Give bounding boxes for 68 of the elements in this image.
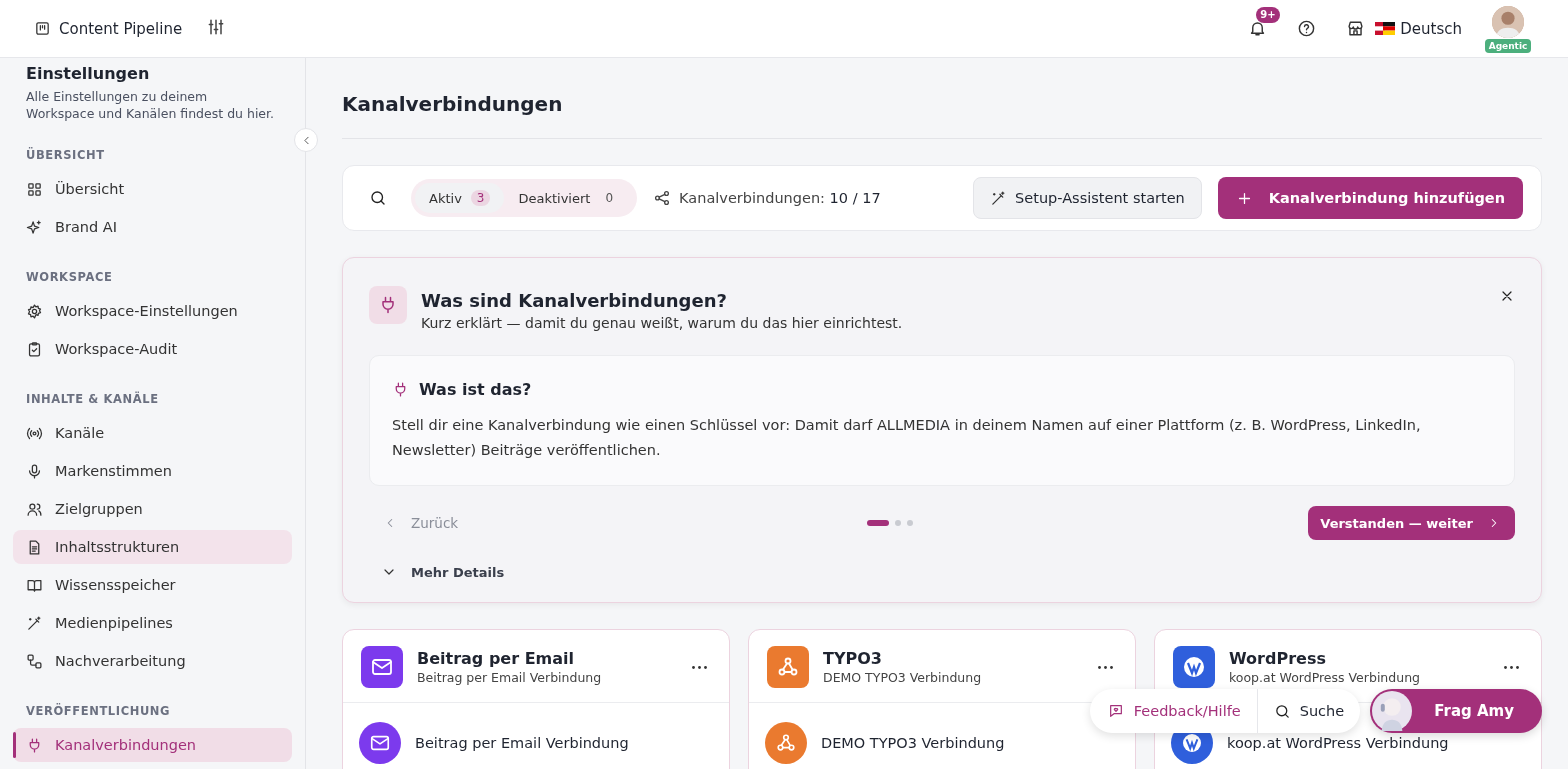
sidebar-item[interactable]: Nachverarbeitung [13,644,292,678]
sidebar-item[interactable]: Kanalverbindungen [13,728,292,762]
microphone-icon [26,462,43,480]
connection-name[interactable]: koop.at WordPress Verbindung [1227,735,1449,751]
more-icon [1098,665,1113,669]
sidebar-title: Einstellungen [26,64,151,83]
search-button[interactable]: Suche [1257,689,1361,733]
explanation-title: Was ist das? [419,380,532,399]
card-title: WordPress [1229,649,1327,668]
sidebar-item[interactable]: Medienpipelines [13,606,292,640]
add-connection-button[interactable]: Kanalverbindung hinzufügen [1217,177,1523,219]
status-tab[interactable]: Deaktiviert 0 [504,183,634,213]
sidebar-description: Alle Einstellungen zu deinem Workspace und Kanälen findest du hier. [26,88,276,122]
more-details-toggle[interactable]: Mehr Details [369,564,517,580]
card-title: Beitrag per Email [417,649,576,668]
sidebar-item[interactable]: Workspace-Audit [13,332,292,366]
grid-icon [26,180,43,198]
card-subtitle: DEMO TYPO3 Verbindung [823,670,982,685]
section-heading: INHALTE & KANÄLE [26,392,160,406]
flow-icon [26,652,43,670]
board-icon [34,20,51,37]
info-title: Was sind Kanalverbindungen? [421,290,728,311]
more-icon [1504,665,1519,669]
card-subtitle: koop.at WordPress Verbindung [1229,670,1420,685]
card-subtitle: Beitrag per Email Verbindung [417,670,602,685]
share-icon [653,189,672,207]
section-heading: WORKSPACE [26,270,114,284]
magic-wand-icon [26,614,43,632]
help-icon [1297,19,1317,38]
section-heading: VERÖFFENTLICHUNG [26,704,172,718]
feedback-icon [1107,703,1124,719]
assistant-button[interactable]: Frag Amy [1370,689,1542,733]
sidebar-item[interactable]: Übersicht [13,172,292,206]
next-button[interactable]: Verstanden — weiter [1308,506,1515,540]
page-title: Kanalverbindungen [342,92,1542,139]
flag-icon [1375,22,1396,35]
step-indicator[interactable] [867,520,890,526]
more-icon [692,665,707,669]
user-avatar[interactable] [1492,5,1524,38]
gear-icon [26,302,43,320]
sidebar-item[interactable]: Kanäle [13,416,292,450]
sidebar-item[interactable]: Inhaltsstrukturen [13,530,292,564]
connection-counter: Kanalverbindungen: 10 / 17 [679,190,881,206]
sidebar-item[interactable]: Wissensspeicher [13,568,292,602]
user-role-badge: Agentic [1484,38,1532,53]
webhook-icon [775,732,797,754]
sidebar-item[interactable]: Workspace-Einstellungen [13,294,292,328]
search-icon [369,189,387,207]
sidebar-item[interactable]: Markenstimmen [13,454,292,488]
setup-wizard-button[interactable]: Setup-Assistent starten [973,177,1202,219]
store-icon [1346,19,1366,38]
explanation-text: Stell dir eine Kanalverbindung wie einen Schlüssel vor: Damit darf ALLMEDIA in deinem Namen auf einer Plattform (z. B. WordPress, LinkedIn, Newsletter) Beiträge veröffentlichen. [392,416,1422,460]
search-icon [1273,702,1291,720]
robot-avatar [1372,691,1413,731]
notification-badge: 9+ [1256,7,1280,23]
status-tab[interactable]: Aktiv 3 [415,183,505,213]
sidebar-item[interactable]: Zielgruppen [13,492,292,526]
info-subtitle: Kurz erklärt — damit du genau weißt, warum du das hier einrichtest. [421,315,903,331]
connection-name[interactable]: Beitrag per Email Verbindung [415,735,629,751]
card-title: TYPO3 [823,649,883,668]
sidebar-item[interactable]: Brand AI [13,210,292,244]
section-heading: ÜBERSICHT [26,148,106,162]
project-name[interactable]: Content Pipeline [59,19,183,38]
connection-name[interactable]: DEMO TYPO3 Verbindung [821,735,1005,751]
feedback-button[interactable]: Feedback/Hilfe [1089,689,1258,733]
sparkle-icon [26,218,43,236]
language-selector[interactable]: Deutsch [1400,19,1462,38]
clipboard-icon [26,340,43,358]
